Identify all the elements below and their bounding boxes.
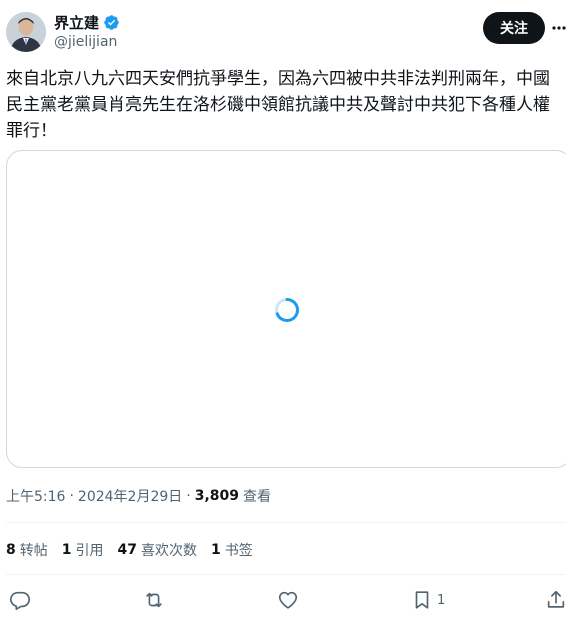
stat-label: 引用 <box>75 543 104 559</box>
profile-photo <box>6 12 46 52</box>
share-icon <box>547 590 565 608</box>
name-row: 界立建 <box>54 12 120 33</box>
verified-badge-icon <box>103 14 120 31</box>
stat-label: 喜欢次数 <box>140 543 197 559</box>
action-bar: 1 <box>0 585 566 615</box>
stat-likes[interactable]: 47 喜欢次数 <box>118 540 197 560</box>
avatar[interactable] <box>6 12 46 52</box>
tweet-time[interactable]: 上午5:16 <box>6 486 65 506</box>
share-button[interactable] <box>545 585 566 615</box>
stat-quotes[interactable]: 1 引用 <box>62 540 104 560</box>
stat-count: 47 <box>117 542 137 558</box>
tweet-meta: 上午5:16 · 2024年2月29日 · 3,809 查看 <box>6 486 271 506</box>
bookmark-count: 1 <box>437 592 446 608</box>
stat-bookmarks[interactable]: 1 书签 <box>211 540 253 560</box>
views-count: 3,809 <box>194 488 240 504</box>
stat-count: 1 <box>210 542 221 558</box>
divider <box>6 522 566 523</box>
tweet-text: 來自北京八九六四天安們抗爭學生，因為六四被中共非法判刑兩年，中國民主黨老黨員肖亮… <box>6 69 550 141</box>
reply-button[interactable] <box>9 585 31 615</box>
meta-separator: · <box>186 488 191 504</box>
more-icon[interactable] <box>551 18 566 38</box>
repost-button[interactable] <box>143 585 165 615</box>
heart-icon <box>278 591 298 609</box>
display-name[interactable]: 界立建 <box>54 12 99 33</box>
tweet-stats: 8 转帖 1 引用 47 喜欢次数 1 书签 <box>6 540 253 560</box>
tweet-header: 界立建 @jielijian 关注 <box>0 0 566 62</box>
divider <box>6 574 566 575</box>
user-handle[interactable]: @jielijian <box>54 34 117 50</box>
loading-spinner-icon <box>274 297 300 323</box>
stat-count: 8 <box>6 542 16 558</box>
stat-label: 书签 <box>224 543 253 559</box>
bookmark-icon <box>415 591 429 609</box>
bookmark-button[interactable]: 1 <box>411 585 445 615</box>
like-button[interactable] <box>277 585 299 615</box>
tweet-date[interactable]: 2024年2月29日 <box>78 486 182 506</box>
stat-label: 转帖 <box>19 543 48 559</box>
follow-button[interactable]: 关注 <box>483 12 545 44</box>
repost-icon <box>146 592 162 608</box>
reply-icon <box>10 591 30 610</box>
stat-count: 1 <box>61 542 72 558</box>
stat-reposts[interactable]: 8 转帖 <box>6 540 48 560</box>
meta-separator: · <box>69 488 74 504</box>
views-label: 查看 <box>243 489 272 505</box>
